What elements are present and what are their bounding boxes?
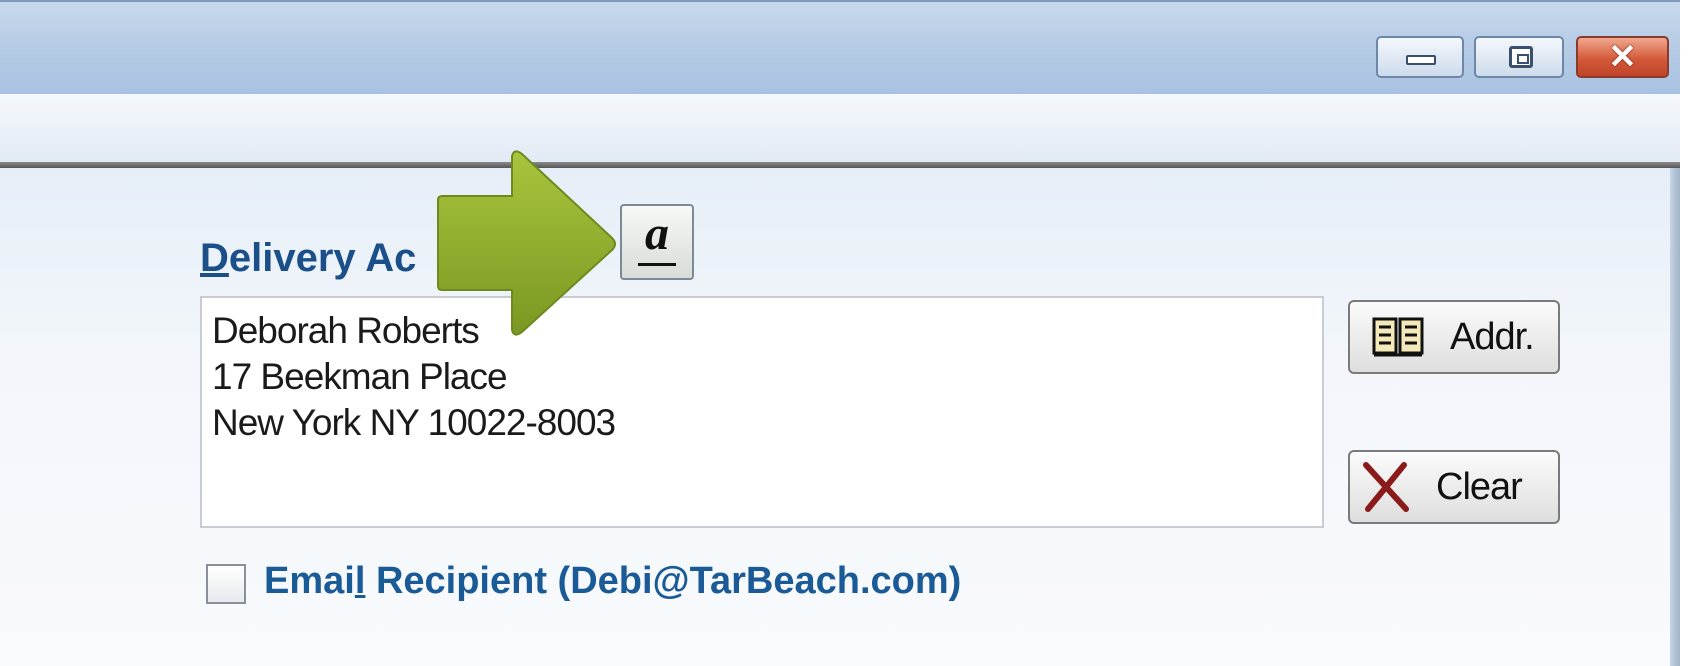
minimize-icon — [1406, 55, 1436, 65]
address-line: 17 Beekman Place — [212, 356, 508, 397]
delivery-address-label: Delivery Ac — [200, 236, 416, 281]
dialog-window: ✕ Delivery Ac Deborah Roberts 17 Beekman… — [0, 0, 1680, 666]
email-label-part: Emai — [264, 560, 355, 602]
maximize-icon — [1509, 46, 1533, 68]
addr-button-label: Addr. — [1450, 315, 1535, 358]
minimize-button[interactable] — [1376, 36, 1464, 78]
delivery-label-accel: D — [200, 236, 229, 280]
delivery-label-rest: elivery Ac — [228, 236, 417, 280]
clear-button-label: Clear — [1436, 465, 1523, 508]
format-address-button[interactable]: a — [620, 204, 694, 280]
window-right-edge — [1670, 168, 1680, 666]
address-line: New York NY 10022-8003 — [212, 402, 616, 443]
address-book-button[interactable]: Addr. — [1348, 300, 1560, 374]
maximize-button[interactable] — [1474, 36, 1564, 78]
delivery-address-textarea[interactable]: Deborah Roberts 17 Beekman Place New Yor… — [200, 296, 1324, 528]
email-label-part: Recipient (Debi@TarBeach.com) — [365, 560, 962, 602]
clear-x-icon — [1363, 462, 1409, 512]
clear-button[interactable]: Clear — [1348, 450, 1560, 524]
address-book-icon — [1372, 317, 1424, 357]
address-line: Deborah Roberts — [212, 310, 480, 351]
title-bar[interactable]: ✕ — [0, 0, 1680, 96]
format-text-icon: a — [645, 207, 669, 260]
format-underline — [638, 263, 676, 266]
pointer-arrow-icon — [437, 150, 616, 336]
menu-band — [0, 94, 1680, 162]
close-button[interactable]: ✕ — [1576, 36, 1669, 78]
email-recipient-checkbox[interactable] — [206, 564, 246, 604]
email-recipient-label[interactable]: Email Recipient (Debi@TarBeach.com) — [264, 560, 961, 603]
close-icon: ✕ — [1608, 38, 1637, 76]
email-label-accel: l — [354, 560, 366, 602]
